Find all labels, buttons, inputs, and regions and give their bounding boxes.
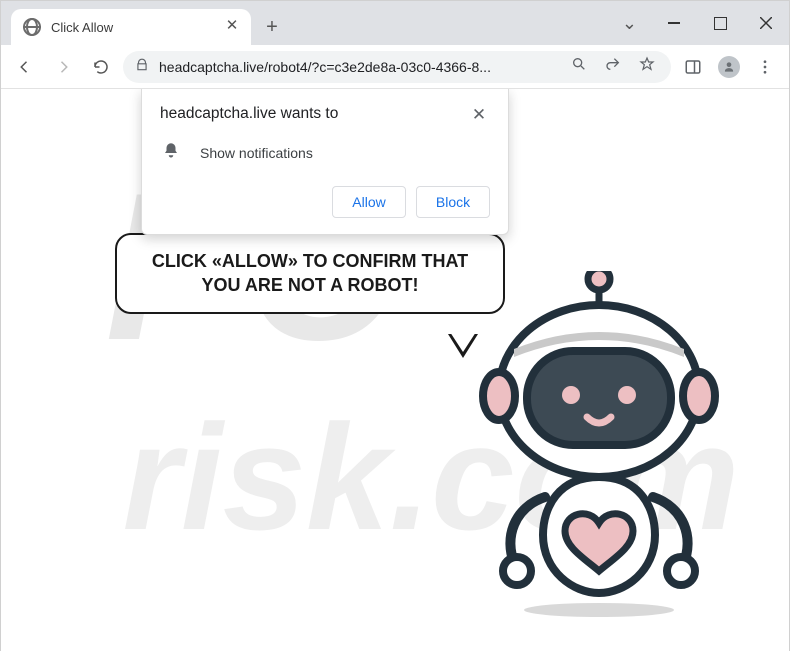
window-controls: ⌄ [608, 1, 789, 45]
robot-shadow [524, 603, 674, 617]
globe-icon [23, 18, 41, 36]
robot-illustration [469, 271, 729, 611]
back-button[interactable] [9, 51, 41, 83]
share-icon[interactable] [601, 56, 625, 77]
block-button[interactable]: Block [416, 186, 490, 218]
permission-capability-label: Show notifications [200, 145, 313, 161]
profile-avatar[interactable] [713, 51, 745, 83]
permission-origin-text: headcaptcha.live wants to [160, 105, 338, 123]
speech-bubble: CLICK «ALLOW» TO CONFIRM THAT YOU ARE NO… [115, 233, 505, 314]
address-bar[interactable]: headcaptcha.live/robot4/?c=c3e2de8a-03c0… [123, 51, 671, 83]
close-tab-button[interactable]: ✕ [223, 18, 241, 36]
bookmark-star-icon[interactable] [635, 56, 659, 77]
window-close-button[interactable] [743, 5, 789, 41]
window-titlebar: Click Allow ✕ + ⌄ [1, 1, 789, 45]
page-viewport: PC risk.com [1, 89, 789, 652]
window-maximize-button[interactable] [697, 5, 743, 41]
forward-button[interactable] [47, 51, 79, 83]
new-tab-button[interactable]: + [257, 12, 287, 42]
side-panel-icon[interactable] [677, 51, 709, 83]
reload-button[interactable] [85, 51, 117, 83]
tab-search-dropdown[interactable]: ⌄ [608, 13, 651, 34]
window-minimize-button[interactable] [651, 5, 697, 41]
bell-icon [160, 141, 182, 164]
allow-button[interactable]: Allow [332, 186, 406, 218]
url-text: headcaptcha.live/robot4/?c=c3e2de8a-03c0… [159, 59, 557, 75]
browser-tab[interactable]: Click Allow ✕ [11, 9, 251, 45]
zoom-icon[interactable] [567, 56, 591, 77]
lock-icon [135, 58, 149, 75]
tab-title: Click Allow [51, 20, 213, 35]
notification-permission-popup: headcaptcha.live wants to ✕ Show notific… [141, 89, 509, 235]
speech-text: CLICK «ALLOW» TO CONFIRM THAT YOU ARE NO… [137, 249, 483, 298]
permission-close-button[interactable]: ✕ [468, 105, 490, 125]
browser-toolbar: headcaptcha.live/robot4/?c=c3e2de8a-03c0… [1, 45, 789, 89]
kebab-menu-button[interactable] [749, 51, 781, 83]
